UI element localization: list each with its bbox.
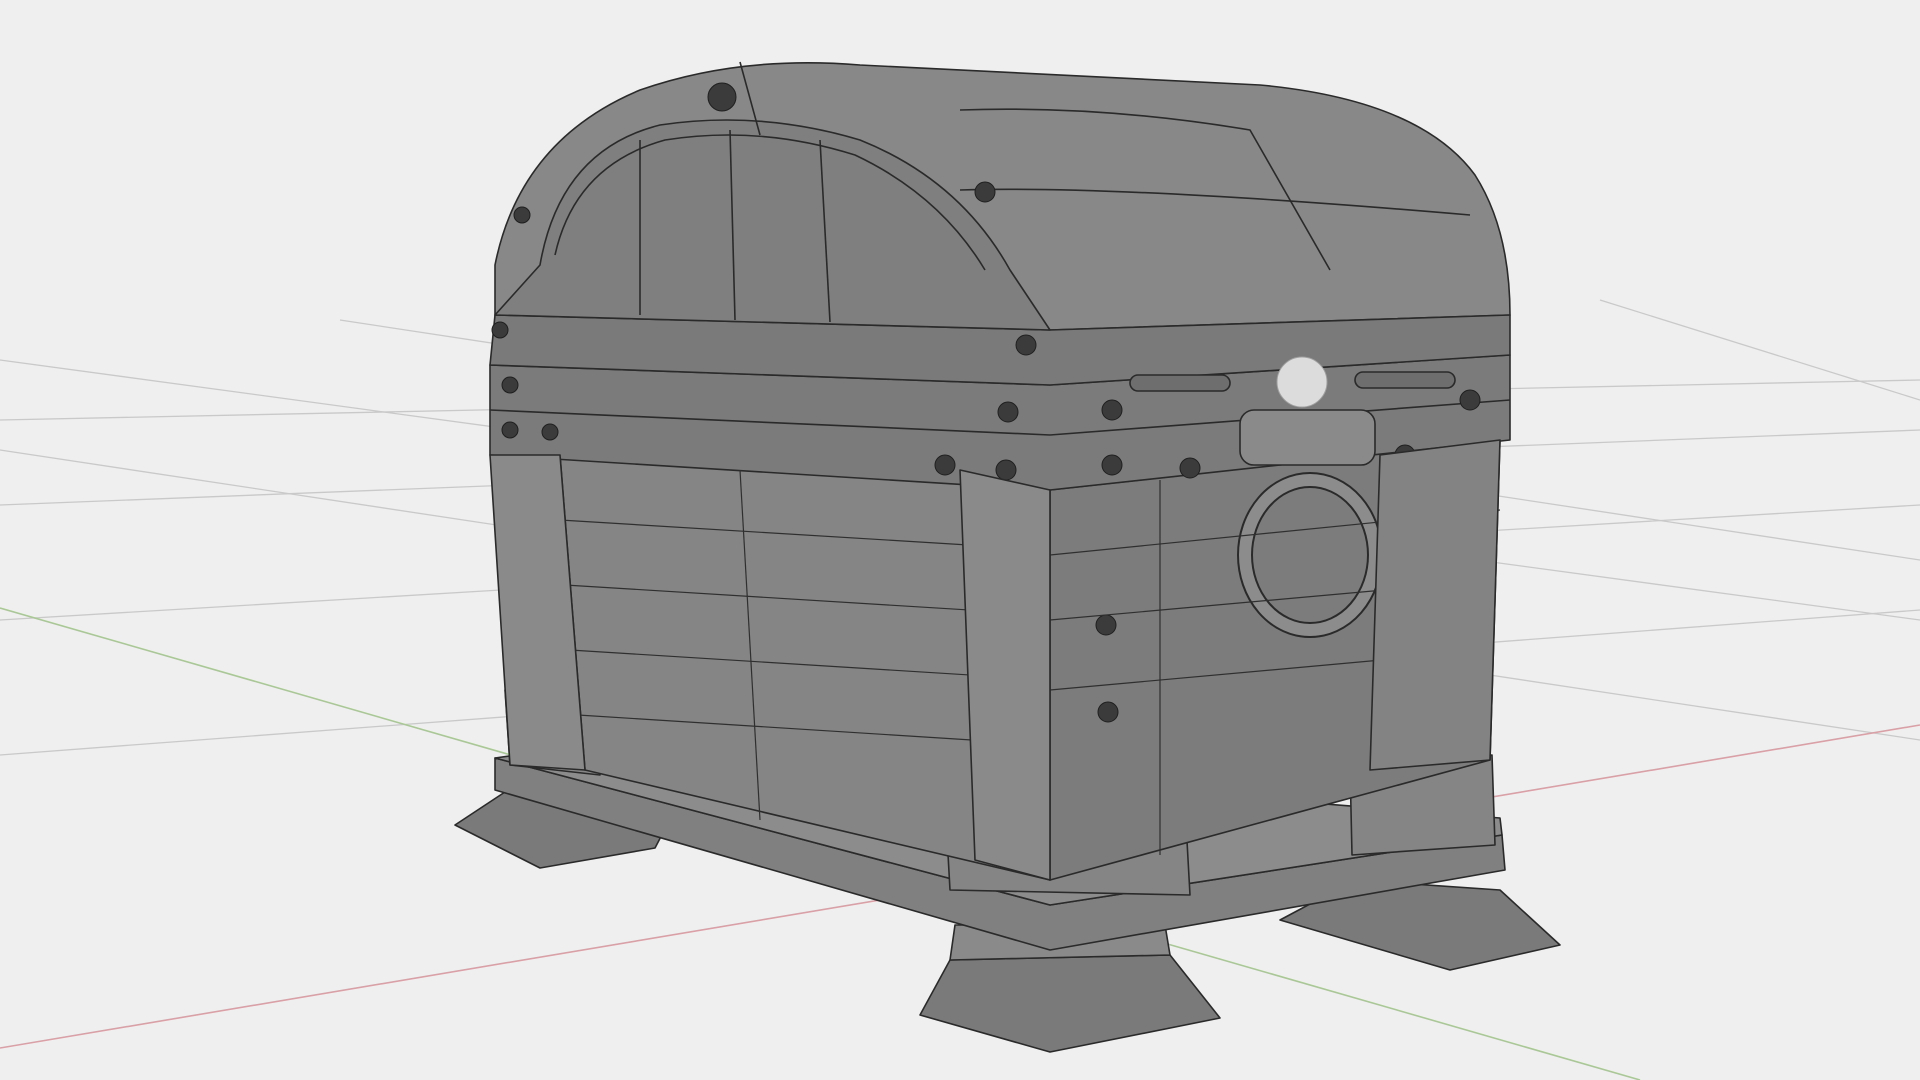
rivet (1459, 389, 1481, 411)
rivet (513, 206, 531, 224)
rivet (1101, 454, 1123, 476)
rivet (997, 401, 1019, 423)
post-front (959, 469, 1051, 881)
rivet (707, 82, 737, 112)
rivet (541, 423, 559, 441)
light-sphere-icon[interactable] (1276, 356, 1328, 408)
viewport-canvas[interactable] (0, 0, 1920, 1080)
rivet (1179, 457, 1201, 479)
3d-viewport[interactable] (0, 0, 1920, 1080)
rivet (501, 421, 519, 439)
rivet (491, 321, 509, 339)
post-right (1369, 439, 1501, 771)
rivet (501, 376, 519, 394)
rivet (1097, 701, 1119, 723)
lock-plate (1239, 409, 1376, 466)
hinge-right (1354, 371, 1456, 389)
rivet (974, 181, 996, 203)
rivet (1015, 334, 1037, 356)
rivet (1095, 614, 1117, 636)
hinge-left (1129, 374, 1231, 392)
rivet (934, 454, 956, 476)
rivet (1101, 399, 1123, 421)
rivet (995, 459, 1017, 481)
